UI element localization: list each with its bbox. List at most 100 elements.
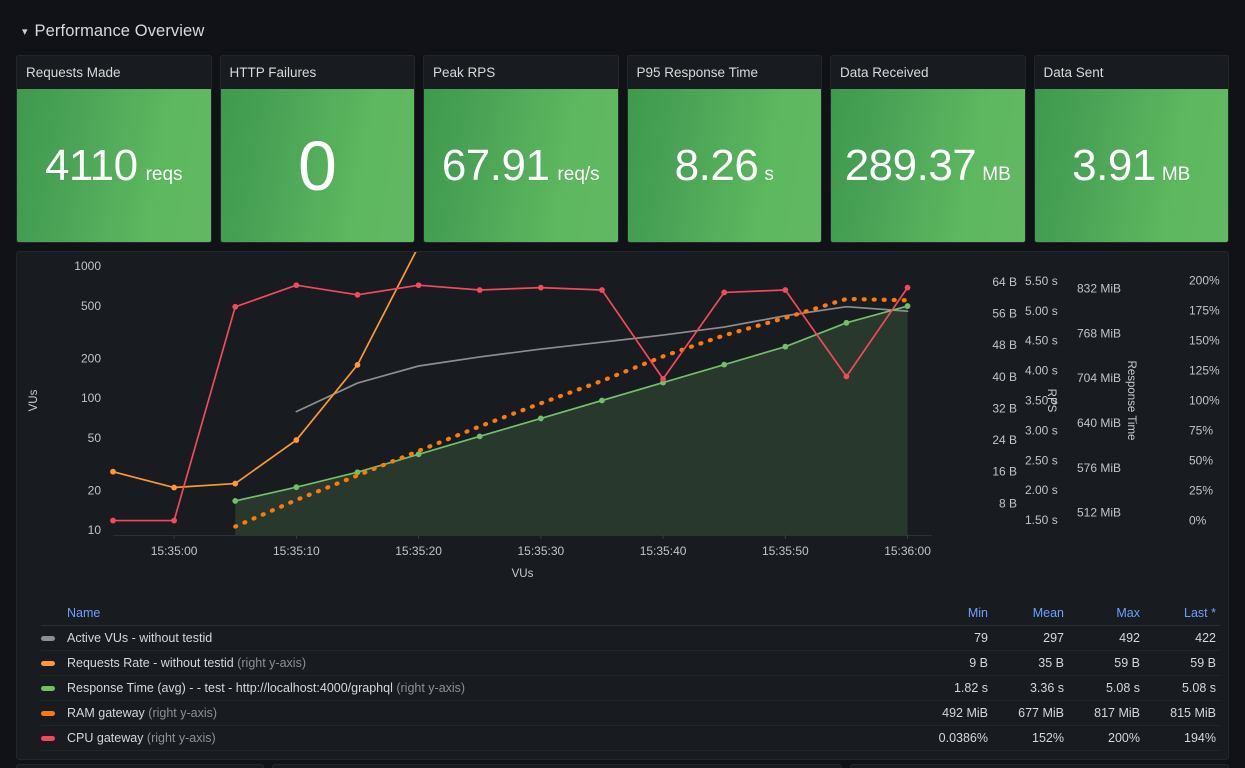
legend-swatch-cell[interactable] <box>41 710 67 716</box>
series-color-icon[interactable] <box>41 685 55 691</box>
dashboard-row-header[interactable]: ▾ Performance Overview <box>22 18 204 44</box>
series-color-icon[interactable] <box>41 735 55 741</box>
chart-svg: 15:35:00 15:35:10 15:35:20 15:35:30 15:35:40… <box>28 252 1220 580</box>
series-color-icon[interactable] <box>41 710 55 716</box>
stat-panel[interactable]: Requests Made 4110 reqs <box>16 55 212 243</box>
svg-text:15:35:10: 15:35:10 <box>273 544 320 558</box>
legend-empty-row <box>41 751 1220 759</box>
plot-area[interactable]: 15:35:00 15:35:10 15:35:20 15:35:30 15:35:40… <box>17 252 1228 601</box>
svg-text:15:35:30: 15:35:30 <box>517 544 564 558</box>
stat-panel[interactable]: P95 Response Time 8.26 s <box>626 55 822 243</box>
legend-column-max[interactable]: Max <box>1068 606 1144 620</box>
legend-series-label: Response Time (avg) - - test - http://lo… <box>67 681 393 695</box>
chevron-down-icon[interactable]: ▾ <box>22 26 28 38</box>
legend-swatch-cell[interactable] <box>41 735 67 741</box>
svg-text:125%: 125% <box>1189 363 1220 377</box>
stat-panel-body: 67.91 req/s <box>424 89 618 242</box>
panel-placeholder[interactable] <box>16 764 264 768</box>
svg-text:10: 10 <box>88 523 102 537</box>
legend-series-label: Requests Rate - without testid <box>67 656 234 670</box>
legend-value-last: 194% <box>1184 731 1216 745</box>
legend-swatch-cell[interactable] <box>41 635 67 641</box>
legend-column-mean[interactable]: Mean <box>992 606 1068 620</box>
legend-row[interactable]: Requests Rate - without testid (right y-… <box>41 651 1220 676</box>
svg-text:576 MiB: 576 MiB <box>1077 461 1121 475</box>
svg-text:1000: 1000 <box>74 259 101 273</box>
stat-panel-body: 289.37 MB <box>831 89 1025 242</box>
stat-value: 8.26 <box>674 140 759 190</box>
svg-text:5.00 s: 5.00 s <box>1025 304 1058 318</box>
svg-text:40 B: 40 B <box>992 370 1017 384</box>
svg-text:75%: 75% <box>1189 424 1213 438</box>
legend-series-label: RAM gateway <box>67 706 145 720</box>
stat-panel-body: 4110 reqs <box>17 89 211 242</box>
legend-row[interactable]: CPU gateway (right y-axis) 0.0386% 152% 200… <box>41 726 1220 751</box>
stat-unit: MB <box>982 163 1011 185</box>
svg-text:200: 200 <box>81 351 101 365</box>
legend-row[interactable]: Response Time (avg) - - test - http://lo… <box>41 676 1220 701</box>
legend-series-label: CPU gateway <box>67 731 144 745</box>
legend-column-last[interactable]: Last * <box>1144 606 1220 620</box>
legend-value-mean: 677 MiB <box>1018 706 1064 720</box>
stat-panel[interactable]: Data Sent 3.91 MB <box>1033 55 1229 243</box>
svg-text:704 MiB: 704 MiB <box>1077 371 1121 385</box>
legend-value-max: 5.08 s <box>1105 681 1140 695</box>
legend-value-mean: 152% <box>1032 731 1064 745</box>
svg-text:15:36:00: 15:36:00 <box>884 544 931 558</box>
legend-row[interactable]: RAM gateway (right y-axis) 492 MiB 677 MiB… <box>41 701 1220 726</box>
svg-text:32 B: 32 B <box>992 401 1017 415</box>
svg-text:RPS: RPS <box>1045 389 1057 413</box>
svg-text:5.50 s: 5.50 s <box>1025 274 1058 288</box>
svg-text:56 B: 56 B <box>992 306 1017 320</box>
stat-value: 3.91 <box>1072 140 1156 190</box>
legend-column-min[interactable]: Min <box>916 606 992 620</box>
stat-panel[interactable]: Data Received 289.37 MB <box>830 55 1026 243</box>
legend-value-last: 815 MiB <box>1170 706 1216 720</box>
stat-panel-body: 8.26 s <box>627 89 821 242</box>
legend-row[interactable]: Active VUs - without testid 79 297 492 422 <box>41 626 1220 651</box>
legend-series-name[interactable]: RAM gateway (right y-axis) <box>67 706 916 720</box>
stat-panel[interactable]: HTTP Failures 0 <box>219 55 415 243</box>
stat-panel-row: Requests Made 4110 reqs HTTP Failures 0 Peak … <box>16 55 1229 243</box>
stat-value: 289.37 <box>844 140 977 190</box>
legend-series-name[interactable]: Active VUs - without testid <box>67 631 916 645</box>
legend-value-min: 0.0386% <box>938 731 988 745</box>
svg-text:640 MiB: 640 MiB <box>1077 416 1121 430</box>
panel-placeholder[interactable] <box>850 764 1229 768</box>
series-color-icon[interactable] <box>41 660 55 666</box>
next-row-panels <box>16 764 1229 768</box>
svg-text:3.00 s: 3.00 s <box>1025 423 1058 437</box>
stat-unit: reqs <box>145 163 183 185</box>
legend-column-name[interactable]: Name <box>67 606 916 620</box>
panel-placeholder[interactable] <box>272 764 842 768</box>
legend-series-name[interactable]: Response Time (avg) - - test - http://lo… <box>67 681 916 695</box>
legend-series-name[interactable]: CPU gateway (right y-axis) <box>67 731 916 745</box>
legend-value-last: 59 B <box>1190 656 1216 670</box>
svg-text:100%: 100% <box>1189 394 1220 408</box>
svg-text:16 B: 16 B <box>992 465 1017 479</box>
svg-text:150%: 150% <box>1189 333 1220 347</box>
svg-text:15:35:00: 15:35:00 <box>151 544 198 558</box>
legend-swatch-cell[interactable] <box>41 685 67 691</box>
legend-swatch-cell[interactable] <box>41 660 67 666</box>
legend-value-max: 492 <box>1119 631 1140 645</box>
stat-unit: MB <box>1161 163 1191 185</box>
stat-panel[interactable]: Peak RPS 67.91 req/s <box>423 55 619 243</box>
svg-text:4.00 s: 4.00 s <box>1025 364 1058 378</box>
svg-text:175%: 175% <box>1189 303 1220 317</box>
svg-text:VUs: VUs <box>512 568 534 580</box>
stat-panel-title: Data Received <box>831 56 1025 89</box>
svg-text:50%: 50% <box>1189 454 1213 468</box>
stat-panel-title: HTTP Failures <box>220 56 414 89</box>
stat-value: 0 <box>298 126 337 205</box>
svg-text:500: 500 <box>81 299 101 313</box>
legend-axis-hint: (right y-axis) <box>148 706 218 720</box>
svg-text:15:35:40: 15:35:40 <box>640 544 687 558</box>
legend-series-name[interactable]: Requests Rate - without testid (right y-… <box>67 656 916 670</box>
stat-panel-title: Peak RPS <box>424 56 618 89</box>
legend-value-min: 79 <box>974 631 988 645</box>
svg-text:VUs: VUs <box>28 389 40 411</box>
series-color-icon[interactable] <box>41 635 55 641</box>
svg-text:0%: 0% <box>1189 514 1207 528</box>
legend-value-last: 422 <box>1195 631 1216 645</box>
